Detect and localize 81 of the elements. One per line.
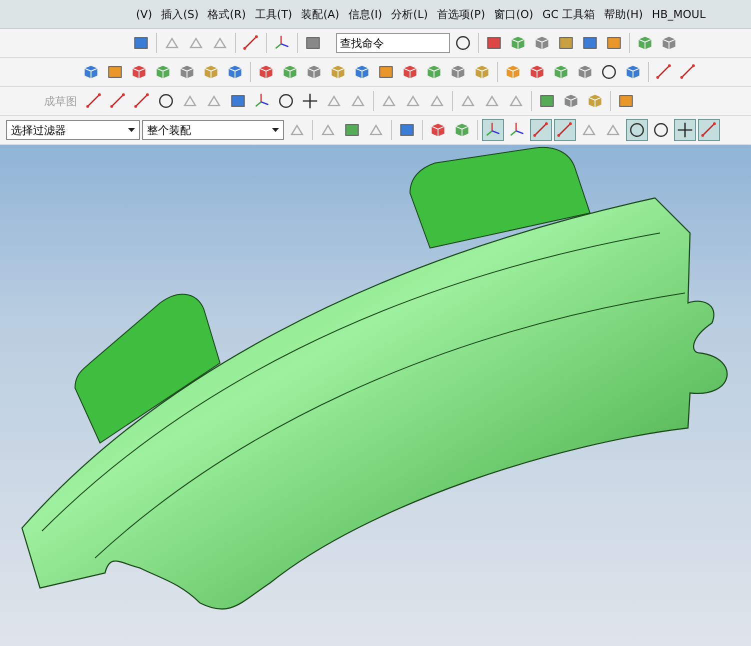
square-icon <box>581 34 599 52</box>
search-field[interactable]: 查找命令 <box>336 33 450 53</box>
cube-icon <box>281 63 299 81</box>
circle-icon <box>652 121 670 139</box>
line-icon <box>532 121 550 139</box>
menu-item[interactable]: 分析(L) <box>391 6 428 22</box>
menu-item[interactable]: (V) <box>136 8 152 20</box>
circle-icon <box>600 63 618 81</box>
cube-icon <box>552 63 570 81</box>
menu-item[interactable]: 信息(I) <box>348 6 382 22</box>
square-icon <box>485 34 503 52</box>
plus-icon <box>676 121 694 139</box>
cube-icon <box>473 63 491 81</box>
cube-icon <box>660 34 678 52</box>
filter-dropdown[interactable]: 选择过滤器 <box>6 120 140 140</box>
circle-icon <box>157 92 175 110</box>
cube-icon <box>562 92 580 110</box>
cube-icon <box>509 34 527 52</box>
cube-icon <box>504 63 522 81</box>
menu-item[interactable]: 工具(T) <box>254 6 292 22</box>
axes-icon <box>484 121 502 139</box>
menu-item[interactable]: 装配(A) <box>301 6 340 22</box>
square-icon <box>617 92 635 110</box>
menu-item[interactable]: HB_MOUL <box>652 8 706 20</box>
menu-item[interactable]: GC 工具箱 <box>542 6 596 22</box>
cube-icon <box>226 63 244 81</box>
cube-icon <box>624 63 642 81</box>
axes-icon <box>273 34 291 52</box>
axes-icon <box>253 92 271 110</box>
cube-icon <box>576 63 594 81</box>
toolbar-button[interactable] <box>626 119 648 141</box>
square-icon <box>557 34 575 52</box>
menu-item[interactable]: 插入(S) <box>161 6 199 22</box>
cube-icon <box>329 63 347 81</box>
cube-icon <box>636 34 654 52</box>
square-icon <box>343 121 361 139</box>
line-icon <box>700 121 718 139</box>
scope-dropdown[interactable]: 整个装配 <box>142 120 284 140</box>
square-icon <box>229 92 247 110</box>
cube-icon <box>425 63 443 81</box>
cube-icon <box>429 121 447 139</box>
cube-icon <box>305 63 323 81</box>
square-icon <box>377 63 395 81</box>
caret-icon <box>128 128 135 132</box>
line-icon <box>655 63 673 81</box>
square-icon <box>304 34 322 52</box>
square-icon <box>538 92 556 110</box>
cube-icon <box>449 63 467 81</box>
menu-item[interactable]: 格式(R) <box>208 6 246 22</box>
line-icon <box>85 92 103 110</box>
cube-icon <box>453 121 471 139</box>
circle-icon <box>277 92 295 110</box>
cube-icon <box>130 63 148 81</box>
circle-icon <box>628 121 646 139</box>
caret-icon <box>272 128 279 132</box>
cube-icon <box>257 63 275 81</box>
line-icon <box>133 92 151 110</box>
line-icon <box>242 34 260 52</box>
plus-icon <box>301 92 319 110</box>
menu-item[interactable]: 帮助(H) <box>604 6 643 22</box>
square-icon <box>106 63 124 81</box>
square-icon <box>605 34 623 52</box>
axes-icon <box>508 121 526 139</box>
cube-icon <box>202 63 220 81</box>
square-icon <box>132 34 150 52</box>
menu-item[interactable]: 窗口(O) <box>494 6 534 22</box>
circle-icon <box>454 34 472 52</box>
toolbar-button[interactable] <box>674 119 696 141</box>
line-icon <box>109 92 127 110</box>
cube-icon <box>401 63 419 81</box>
line-icon <box>679 63 697 81</box>
cube-icon <box>178 63 196 81</box>
cube-icon <box>154 63 172 81</box>
cube-icon <box>528 63 546 81</box>
cube-icon <box>533 34 551 52</box>
line-icon <box>556 121 574 139</box>
cube-icon <box>586 92 604 110</box>
cube-icon <box>82 63 100 81</box>
cube-icon <box>353 63 371 81</box>
menu-item[interactable]: 首选项(P) <box>436 6 486 22</box>
square-icon <box>398 121 416 139</box>
